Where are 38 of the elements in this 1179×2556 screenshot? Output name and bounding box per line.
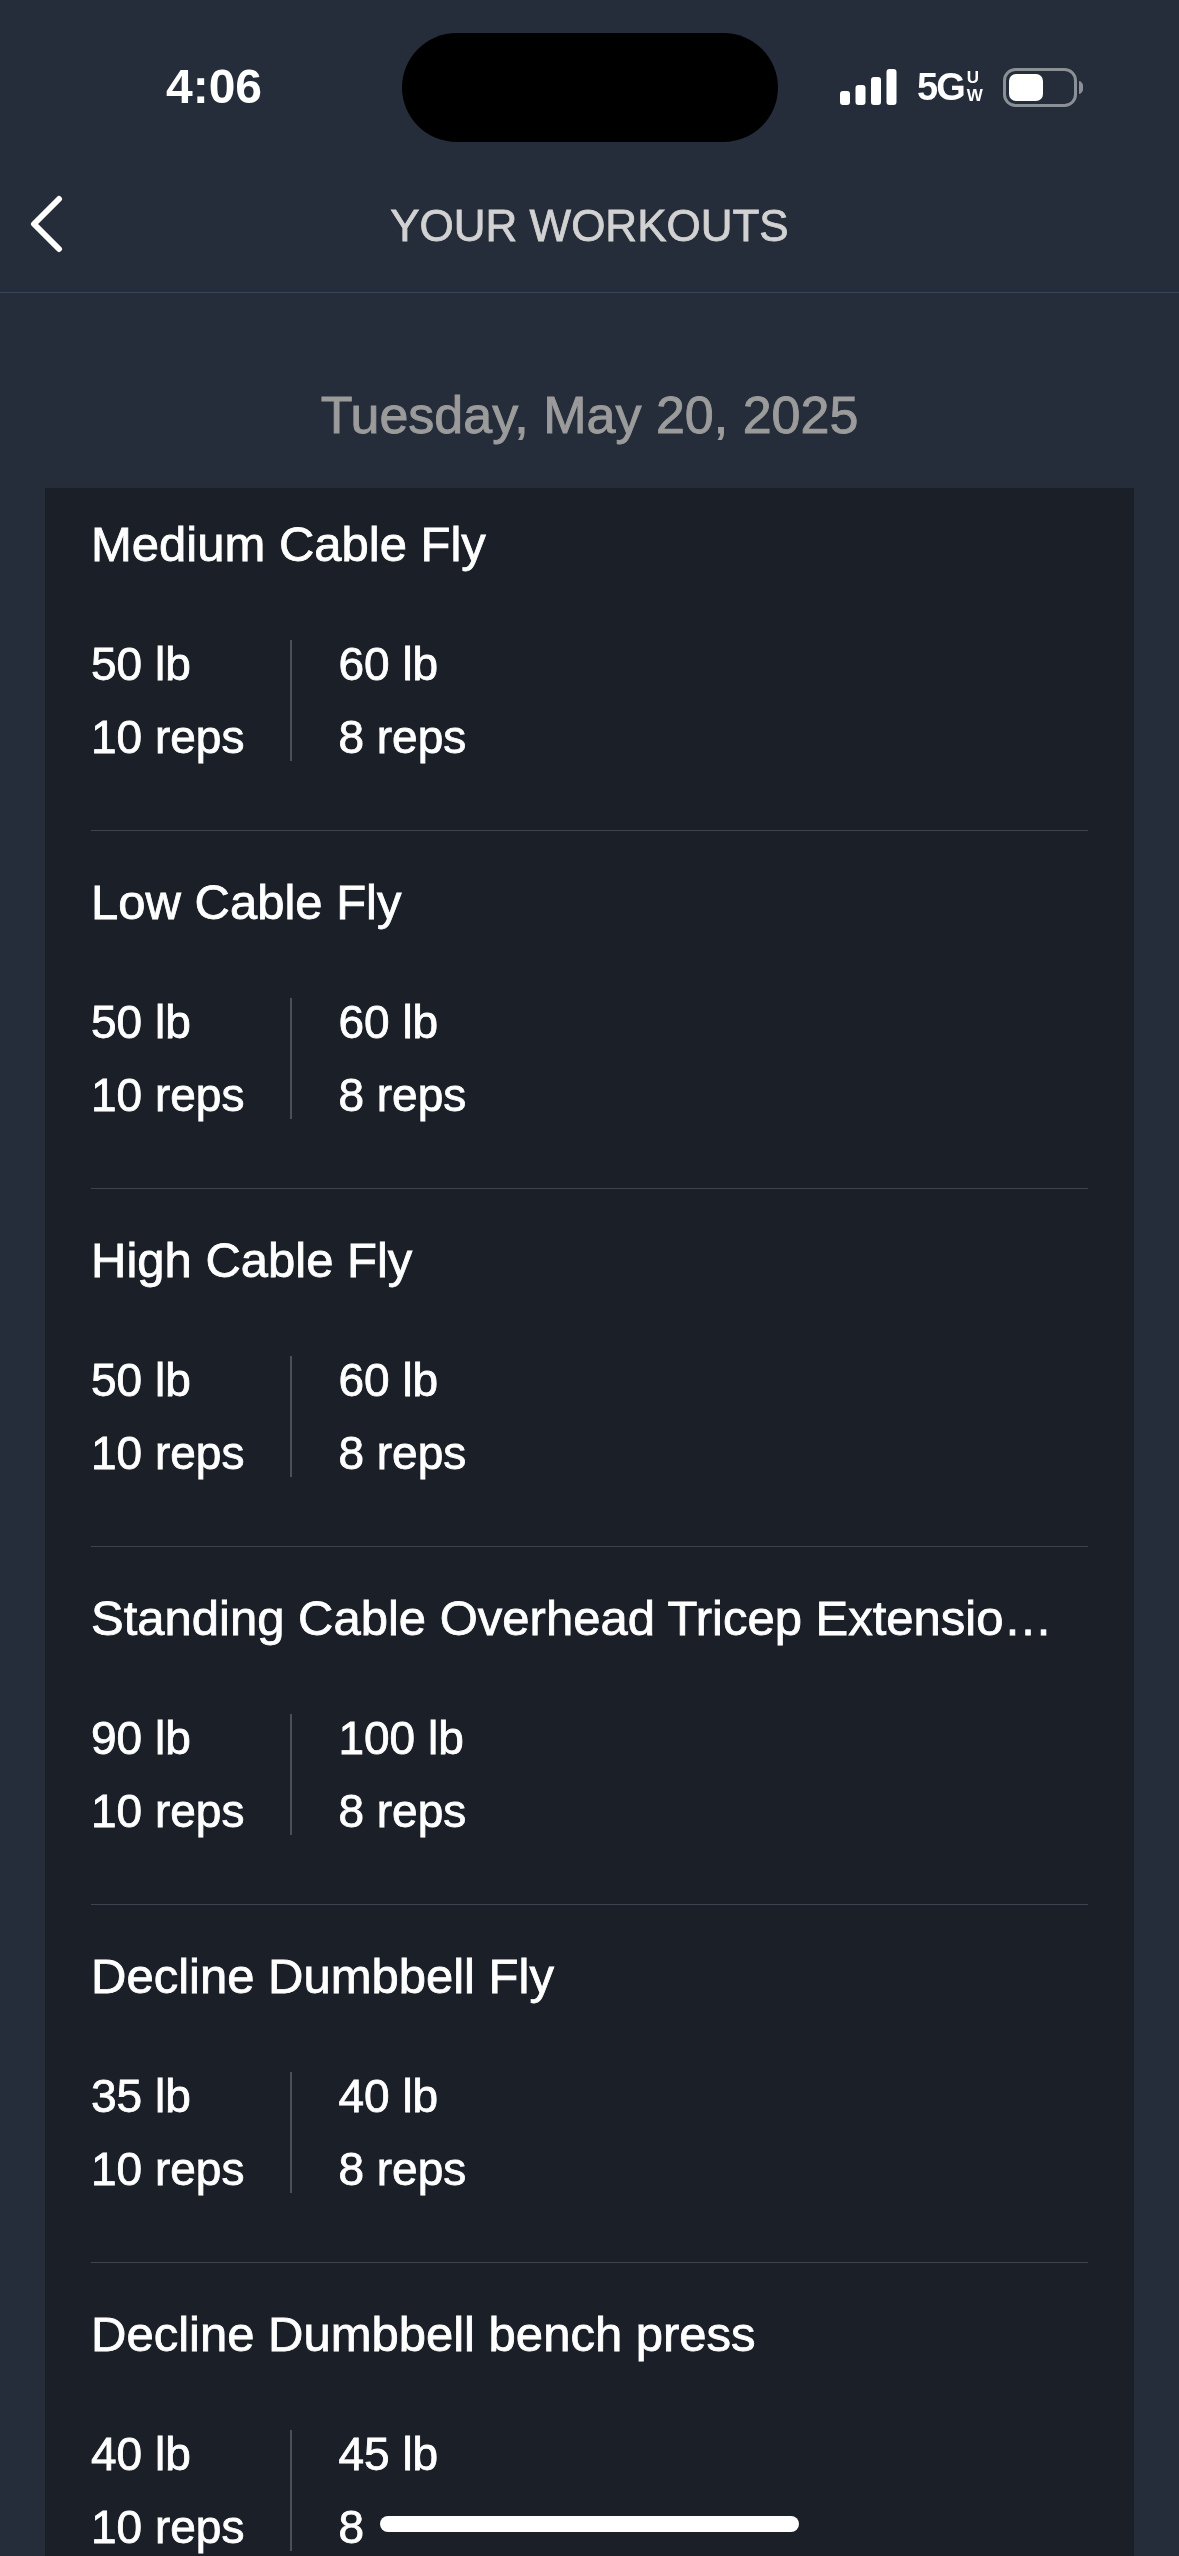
set-weight: 50 lb	[91, 1354, 192, 1406]
set-weight: 90 lb	[91, 1712, 192, 1764]
set-weight: 60 lb	[338, 996, 440, 1048]
network-type: 5G	[917, 66, 964, 108]
set-reps: 10 reps	[91, 1069, 245, 1121]
set-weight: 45 lb	[338, 2428, 439, 2480]
set-reps: 10 reps	[91, 2143, 245, 2195]
exercise-name: Decline Dumbbell bench press	[91, 2306, 757, 2362]
set-weight: 35 lb	[91, 2070, 192, 2122]
page-title: YOUR WORKOUTS	[390, 200, 789, 252]
set-reps: 10 reps	[91, 2501, 245, 2553]
set-reps: 8 reps	[338, 1069, 467, 1121]
signal-bars-icon	[840, 69, 897, 105]
exercise-name: Decline Dumbbell Fly	[91, 1948, 555, 2004]
set-reps: 8 reps	[338, 1427, 467, 1479]
exercise-name: High Cable Fly	[91, 1232, 414, 1288]
set-weight: 100 lb	[338, 1712, 465, 1764]
set-reps: 10 reps	[91, 1427, 245, 1479]
set-reps: 10 reps	[91, 1785, 245, 1837]
exercise-name: Standing Cable Overhead Tricep Extensio…	[91, 1590, 1054, 1646]
set-reps: 8 reps	[338, 2143, 467, 2195]
set-reps: 10 reps	[91, 711, 245, 763]
battery-icon	[1002, 67, 1083, 107]
set-reps: 8 reps	[338, 711, 467, 763]
set-weight: 50 lb	[91, 996, 192, 1048]
set-weight: 50 lb	[91, 638, 192, 690]
status-time: 4:06	[165, 59, 263, 115]
workout-date: Tuesday, May 20, 2025	[320, 385, 859, 446]
exercise-name: Low Cable Fly	[91, 874, 403, 930]
chevron-left-icon	[28, 195, 64, 253]
set-weight: 40 lb	[338, 2070, 440, 2122]
set-weight: 40 lb	[91, 2428, 192, 2480]
set-reps: 8 reps	[338, 1785, 467, 1837]
exercise-name: Medium Cable Fly	[91, 516, 487, 572]
set-weight: 60 lb	[338, 638, 440, 690]
set-reps: 8	[338, 2501, 366, 2553]
set-weight: 60 lb	[338, 1354, 440, 1406]
network-label: UW	[966, 69, 984, 105]
